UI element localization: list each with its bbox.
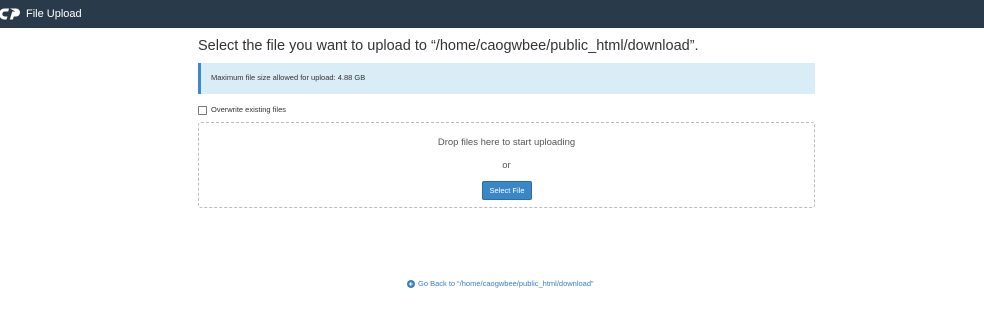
select-file-button[interactable]: Select File (482, 181, 532, 200)
overwrite-label: Overwrite existing files (211, 105, 287, 114)
app-title: File Upload (26, 8, 82, 20)
max-size-alert: Maximum file size allowed for upload: 4.… (198, 63, 815, 94)
overwrite-checkbox[interactable] (198, 105, 207, 115)
cpanel-logo-icon[interactable] (0, 7, 24, 21)
go-back-label: Go Back to “/home/caogwbee/public_html/d… (418, 279, 594, 288)
file-drop-zone[interactable]: Drop files here to start uploading or Se… (198, 122, 815, 208)
page-heading: Select the file you want to upload to “/… (198, 38, 699, 54)
or-separator: or (502, 160, 511, 171)
go-back-link[interactable]: Go Back to “/home/caogwbee/public_html/d… (407, 278, 594, 290)
overwrite-option[interactable]: Overwrite existing files (198, 104, 286, 116)
top-bar: File Upload (0, 0, 984, 28)
max-size-text: Maximum file size allowed for upload: 4.… (211, 73, 366, 82)
drop-prompt: Drop files here to start uploading (437, 137, 576, 148)
arrow-circle-left-icon (407, 280, 415, 288)
